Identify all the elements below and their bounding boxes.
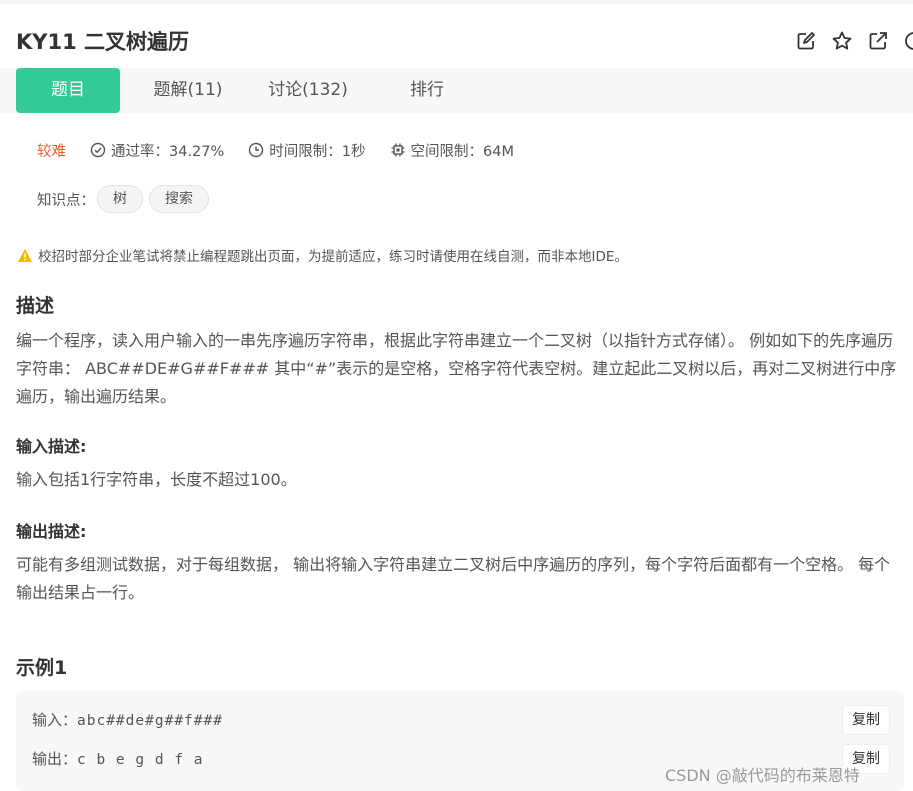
example-input-label: 输入：	[32, 711, 78, 729]
example-input-value: abc##de#g##f###	[77, 713, 223, 729]
example-input: 输入：abc##de#g##f###	[32, 709, 223, 730]
more-icon[interactable]	[903, 30, 913, 52]
header-actions	[795, 30, 913, 52]
pass-rate-text: 通过率：34.27%	[111, 143, 225, 160]
notice-text: 校招时部分企业笔试将禁止编程题跳出页面，为提前适应，练习时请使用在线自测，而非本…	[38, 249, 628, 265]
warning-icon	[18, 248, 32, 262]
tab-discussion[interactable]: 讨论(132)	[256, 68, 360, 113]
star-icon[interactable]	[831, 30, 853, 52]
example-output-label: 输出：	[32, 750, 78, 768]
check-circle-icon	[90, 142, 106, 158]
problem-header: KY11 二叉树遍历	[0, 4, 913, 68]
output-desc-title: 输出描述:	[16, 522, 87, 541]
tab-solutions[interactable]: 题解(11)	[140, 68, 236, 113]
problem-meta: 较难 通过率：34.27% 时间限制：1秒 空间限制：64M	[37, 138, 538, 162]
example-output: 输出：c b e g d f a	[32, 748, 204, 769]
time-limit: 时间限制：1秒	[248, 140, 366, 161]
chip-icon	[391, 143, 405, 157]
clock-icon	[249, 142, 264, 158]
share-icon[interactable]	[867, 30, 889, 52]
example-output-value: c b e g d f a	[77, 752, 204, 768]
output-desc-text: 可能有多组测试数据，对于每组数据， 输出将输入字符串建立二叉树后中序遍历的序列，…	[16, 555, 891, 602]
problem-tabs: 题目 题解(11) 讨论(132) 排行	[0, 68, 913, 113]
description-text: 编一个程序，读入用户输入的一串先序遍历字符串，根据此字符串建立一个二叉树（以指针…	[16, 331, 897, 406]
exam-notice: 校招时部分企业笔试将禁止编程题跳出页面，为提前适应，练习时请使用在线自测，而非本…	[17, 245, 628, 265]
edit-icon[interactable]	[795, 30, 817, 52]
knowledge-points: 知识点： 树 搜索	[37, 185, 209, 213]
description-title: 描述	[16, 295, 55, 317]
difficulty-badge: 较难	[37, 143, 66, 160]
input-desc-text: 输入包括1行字符串，长度不超过100。	[16, 470, 297, 489]
pass-rate: 通过率：34.27%	[90, 140, 224, 161]
input-desc-title: 输入描述:	[16, 437, 87, 456]
copy-input-button[interactable]: 复制	[842, 705, 890, 735]
tag-search[interactable]: 搜索	[149, 185, 209, 213]
tab-problem[interactable]: 题目	[16, 68, 120, 113]
problem-title: KY11 二叉树遍历	[16, 30, 190, 54]
space-limit-text: 空间限制：64M	[410, 143, 514, 160]
time-limit-text: 时间限制：1秒	[269, 143, 366, 160]
tab-ranking[interactable]: 排行	[390, 68, 464, 113]
tag-tree[interactable]: 树	[97, 185, 143, 213]
example-title: 示例1	[16, 657, 68, 679]
knowledge-label: 知识点：	[37, 192, 95, 209]
watermark: CSDN @敲代码的布莱恩特	[665, 766, 860, 785]
space-limit: 空间限制：64M	[390, 140, 514, 161]
